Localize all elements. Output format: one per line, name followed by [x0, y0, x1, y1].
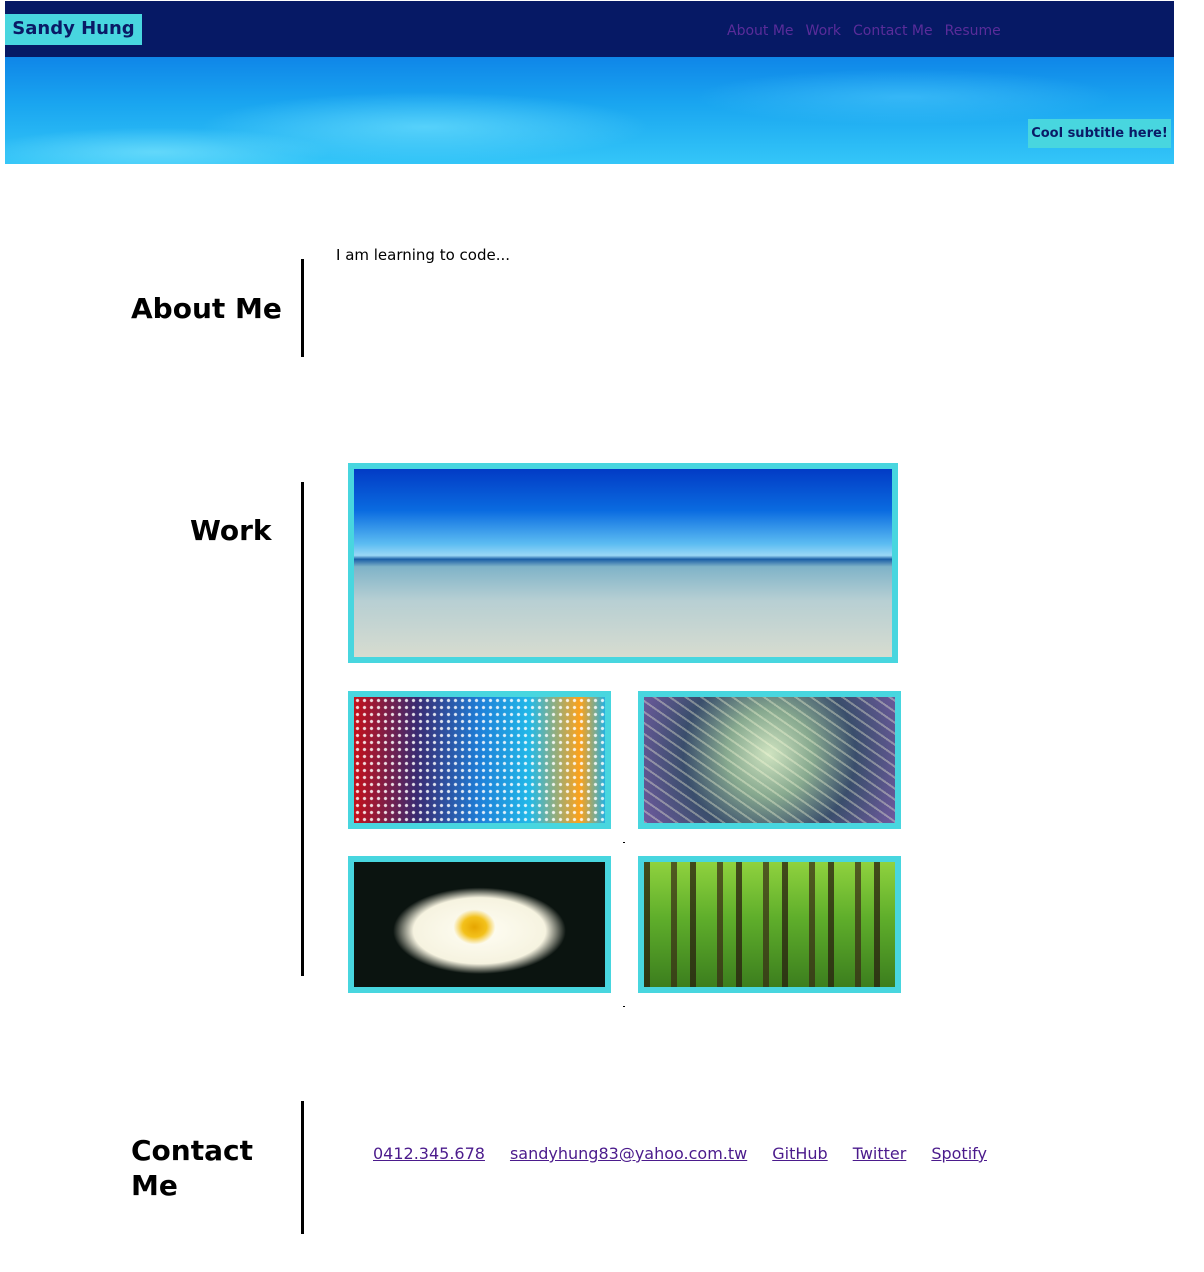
contact-divider — [301, 1101, 304, 1234]
work-image-circuit[interactable] — [638, 691, 901, 829]
work-image-forest[interactable] — [638, 856, 901, 993]
contact-heading: Contact Me — [131, 1133, 253, 1203]
contact-heading-line1: Contact — [131, 1134, 253, 1167]
flower-image — [354, 862, 605, 987]
twitter-link[interactable]: Twitter — [853, 1144, 907, 1163]
work-image-ocean[interactable] — [348, 463, 898, 663]
github-link[interactable]: GitHub — [772, 1144, 827, 1163]
main-nav: About Me Work Contact Me Resume — [727, 23, 1001, 39]
nav-link-about[interactable]: About Me — [727, 23, 794, 39]
site-brand[interactable]: Sandy Hung — [5, 14, 142, 45]
about-divider — [301, 259, 304, 357]
work-image-flower[interactable] — [348, 856, 611, 993]
work-image-led[interactable] — [348, 691, 611, 829]
email-link[interactable]: sandyhung83@yahoo.com.tw — [510, 1144, 747, 1163]
contact-links: 0412.345.678 sandyhung83@yahoo.com.tw Gi… — [373, 1144, 987, 1163]
divider-dot — [623, 1006, 625, 1007]
nav-link-resume[interactable]: Resume — [945, 23, 1001, 39]
contact-heading-line2: Me — [131, 1169, 178, 1202]
circuit-board-image — [644, 697, 895, 823]
phone-link[interactable]: 0412.345.678 — [373, 1144, 485, 1163]
divider-dot — [623, 842, 625, 843]
led-lights-image — [354, 697, 605, 823]
hero-banner: Cool subtitle here! — [5, 57, 1174, 164]
top-navbar: Sandy Hung About Me Work Contact Me Resu… — [5, 1, 1174, 57]
nav-link-contact[interactable]: Contact Me — [853, 23, 933, 39]
about-heading: About Me — [131, 292, 282, 325]
work-divider — [301, 482, 304, 976]
hero-subtitle: Cool subtitle here! — [1028, 119, 1171, 148]
forest-image — [644, 862, 895, 987]
ocean-image — [354, 469, 892, 657]
about-text: I am learning to code... — [336, 246, 511, 264]
spotify-link[interactable]: Spotify — [931, 1144, 987, 1163]
work-heading: Work — [190, 514, 272, 547]
nav-link-work[interactable]: Work — [806, 23, 841, 39]
